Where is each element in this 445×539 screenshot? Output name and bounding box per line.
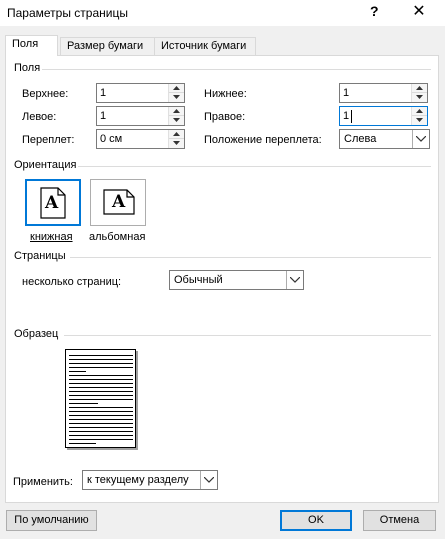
orientation-divider: [78, 166, 431, 167]
right-margin-label: Правое:: [204, 111, 246, 123]
right-margin-spinner[interactable]: 1: [339, 106, 428, 126]
spin-down-icon[interactable]: [412, 93, 427, 102]
text-caret: [351, 110, 352, 123]
left-margin-value[interactable]: 1: [100, 110, 106, 122]
cancel-button[interactable]: Отмена: [363, 510, 436, 531]
left-margin-spinner[interactable]: 1: [96, 106, 185, 126]
spin-down-icon[interactable]: [412, 116, 427, 125]
multiple-pages-value[interactable]: Обычный: [174, 274, 223, 286]
margins-group-label: Поля: [14, 62, 41, 74]
top-margin-value[interactable]: 1: [100, 87, 106, 99]
gutter-position-select[interactable]: Слева: [339, 129, 430, 149]
margins-divider: [42, 69, 431, 70]
right-margin-value[interactable]: 1: [343, 110, 349, 122]
bottom-margin-value[interactable]: 1: [343, 87, 349, 99]
preview-group-label: Образец: [14, 328, 59, 340]
tab-paper-size[interactable]: Размер бумаги: [60, 37, 155, 55]
page-preview: [65, 349, 136, 448]
chevron-down-icon[interactable]: [412, 130, 429, 148]
chevron-down-icon[interactable]: [200, 471, 217, 489]
orientation-group-label: Ориентация: [14, 159, 77, 171]
window-title: Параметры страницы: [7, 6, 128, 20]
top-margin-label: Верхнее:: [22, 88, 69, 100]
title-bar: Параметры страницы ? ✕: [0, 0, 445, 26]
spinner-arrows[interactable]: [168, 107, 184, 125]
spin-down-icon[interactable]: [169, 139, 184, 148]
tab-paper-source[interactable]: Источник бумаги: [154, 37, 256, 55]
gutter-label: Переплет:: [22, 134, 75, 146]
gutter-position-value[interactable]: Слева: [344, 133, 376, 145]
pages-group-label: Страницы: [14, 250, 66, 262]
portrait-letter: A: [45, 193, 59, 213]
spinner-arrows[interactable]: [411, 84, 427, 102]
bottom-margin-spinner[interactable]: 1: [339, 83, 428, 103]
spin-up-icon[interactable]: [412, 107, 427, 116]
spin-down-icon[interactable]: [169, 93, 184, 102]
set-as-default-button[interactable]: По умолчанию: [6, 510, 97, 531]
landscape-label[interactable]: альбомная: [89, 231, 145, 243]
apply-to-value[interactable]: к текущему разделу: [87, 474, 189, 486]
apply-to-label: Применить:: [13, 476, 73, 488]
apply-to-select[interactable]: к текущему разделу: [82, 470, 218, 490]
multiple-pages-select[interactable]: Обычный: [169, 270, 304, 290]
preview-divider: [64, 335, 431, 336]
spin-up-icon[interactable]: [169, 130, 184, 139]
close-button[interactable]: ✕: [402, 1, 436, 23]
spin-down-icon[interactable]: [169, 116, 184, 125]
portrait-button[interactable]: A: [25, 179, 81, 226]
spin-up-icon[interactable]: [169, 107, 184, 116]
pages-divider: [70, 257, 431, 258]
chevron-down-icon[interactable]: [286, 271, 303, 289]
portrait-label[interactable]: книжная: [30, 231, 73, 243]
spinner-arrows[interactable]: [411, 107, 427, 125]
top-margin-spinner[interactable]: 1: [96, 83, 185, 103]
multiple-pages-label: несколько страниц:: [22, 276, 122, 288]
spin-up-icon[interactable]: [169, 84, 184, 93]
spinner-arrows[interactable]: [168, 84, 184, 102]
spinner-arrows[interactable]: [168, 130, 184, 148]
gutter-value[interactable]: 0 см: [100, 133, 122, 145]
landscape-letter: A: [112, 192, 126, 212]
tab-margins[interactable]: Поля: [5, 35, 58, 56]
preview-text-lines: [69, 355, 133, 444]
landscape-button[interactable]: A: [90, 179, 146, 226]
gutter-position-label: Положение переплета:: [204, 134, 322, 146]
bottom-margin-label: Нижнее:: [204, 88, 247, 100]
gutter-spinner[interactable]: 0 см: [96, 129, 185, 149]
ok-button[interactable]: OK: [280, 510, 352, 531]
help-button[interactable]: ?: [370, 3, 379, 19]
spin-up-icon[interactable]: [412, 84, 427, 93]
left-margin-label: Левое:: [22, 111, 57, 123]
